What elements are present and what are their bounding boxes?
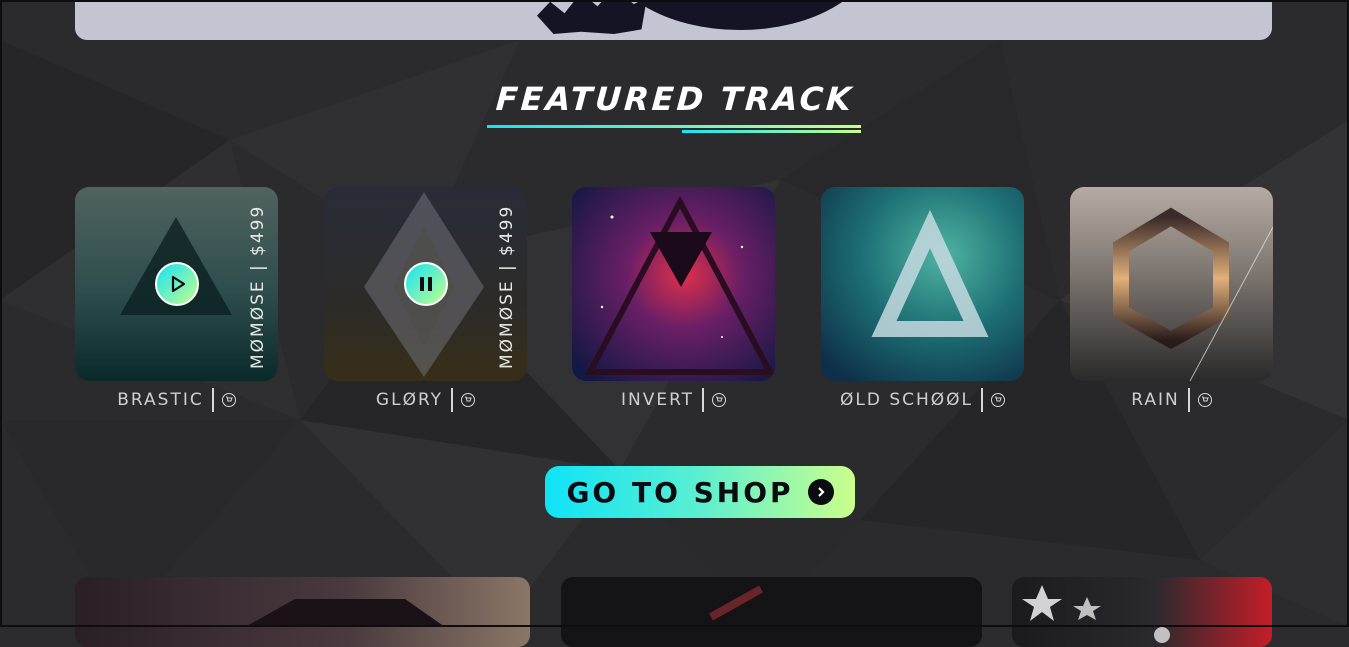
track-artist: MØMØSE [248, 279, 268, 369]
cart-icon[interactable] [221, 393, 236, 407]
track-name: INVERT [620, 390, 695, 410]
track-price: $499 [497, 204, 517, 256]
title-underline [487, 125, 861, 128]
track-name: ØLD SCHØØL [839, 390, 974, 410]
track-card-old-school[interactable] [821, 187, 1024, 381]
pause-icon [419, 277, 432, 291]
go-to-shop-label: GO TO SHOP [566, 475, 794, 509]
track-meta: MØMØSE | $499 [248, 204, 268, 369]
cart-icon[interactable] [1197, 393, 1212, 407]
bottom-panel-2[interactable] [561, 577, 982, 647]
section-title: FEATURED TRACK [494, 80, 855, 118]
track-card-glory[interactable]: MØMØSE | $499 [324, 187, 527, 381]
track-name: RAIN [1131, 390, 1180, 410]
track-card-rain[interactable] [1070, 187, 1273, 381]
track-label-glory: GLØRY [324, 388, 527, 412]
track-price: $499 [248, 204, 268, 256]
play-icon [171, 275, 185, 293]
play-button[interactable] [154, 262, 199, 306]
chevron-right-icon [807, 479, 834, 505]
track-name: BRASTIC [117, 390, 204, 410]
title-underline-accent [682, 130, 861, 133]
hero-image-bottom [75, 0, 1272, 40]
track-artwork [572, 187, 775, 381]
cart-icon[interactable] [712, 393, 727, 407]
track-meta: MØMØSE | $499 [497, 204, 517, 369]
cart-icon[interactable] [991, 393, 1006, 407]
pause-button[interactable] [403, 262, 448, 306]
track-label-brastic: BRASTIC [75, 388, 278, 412]
bottom-panel-1[interactable] [75, 577, 530, 647]
section-title-wrap: FEATURED TRACK [0, 80, 1349, 118]
track-artwork [821, 187, 1024, 381]
bottom-panel-3[interactable] [1012, 577, 1272, 647]
track-label-invert: INVERT [572, 388, 775, 412]
track-label-old-school: ØLD SCHØØL [821, 388, 1024, 412]
track-card-brastic[interactable]: MØMØSE | $499 [75, 187, 278, 381]
track-name: GLØRY [375, 390, 444, 410]
track-label-rain: RAIN [1070, 388, 1273, 412]
go-to-shop-button[interactable]: GO TO SHOP [545, 466, 855, 518]
cart-icon[interactable] [461, 393, 476, 407]
track-artwork [1070, 187, 1273, 381]
track-artist: MØMØSE [497, 279, 517, 369]
track-card-invert[interactable] [572, 187, 775, 381]
